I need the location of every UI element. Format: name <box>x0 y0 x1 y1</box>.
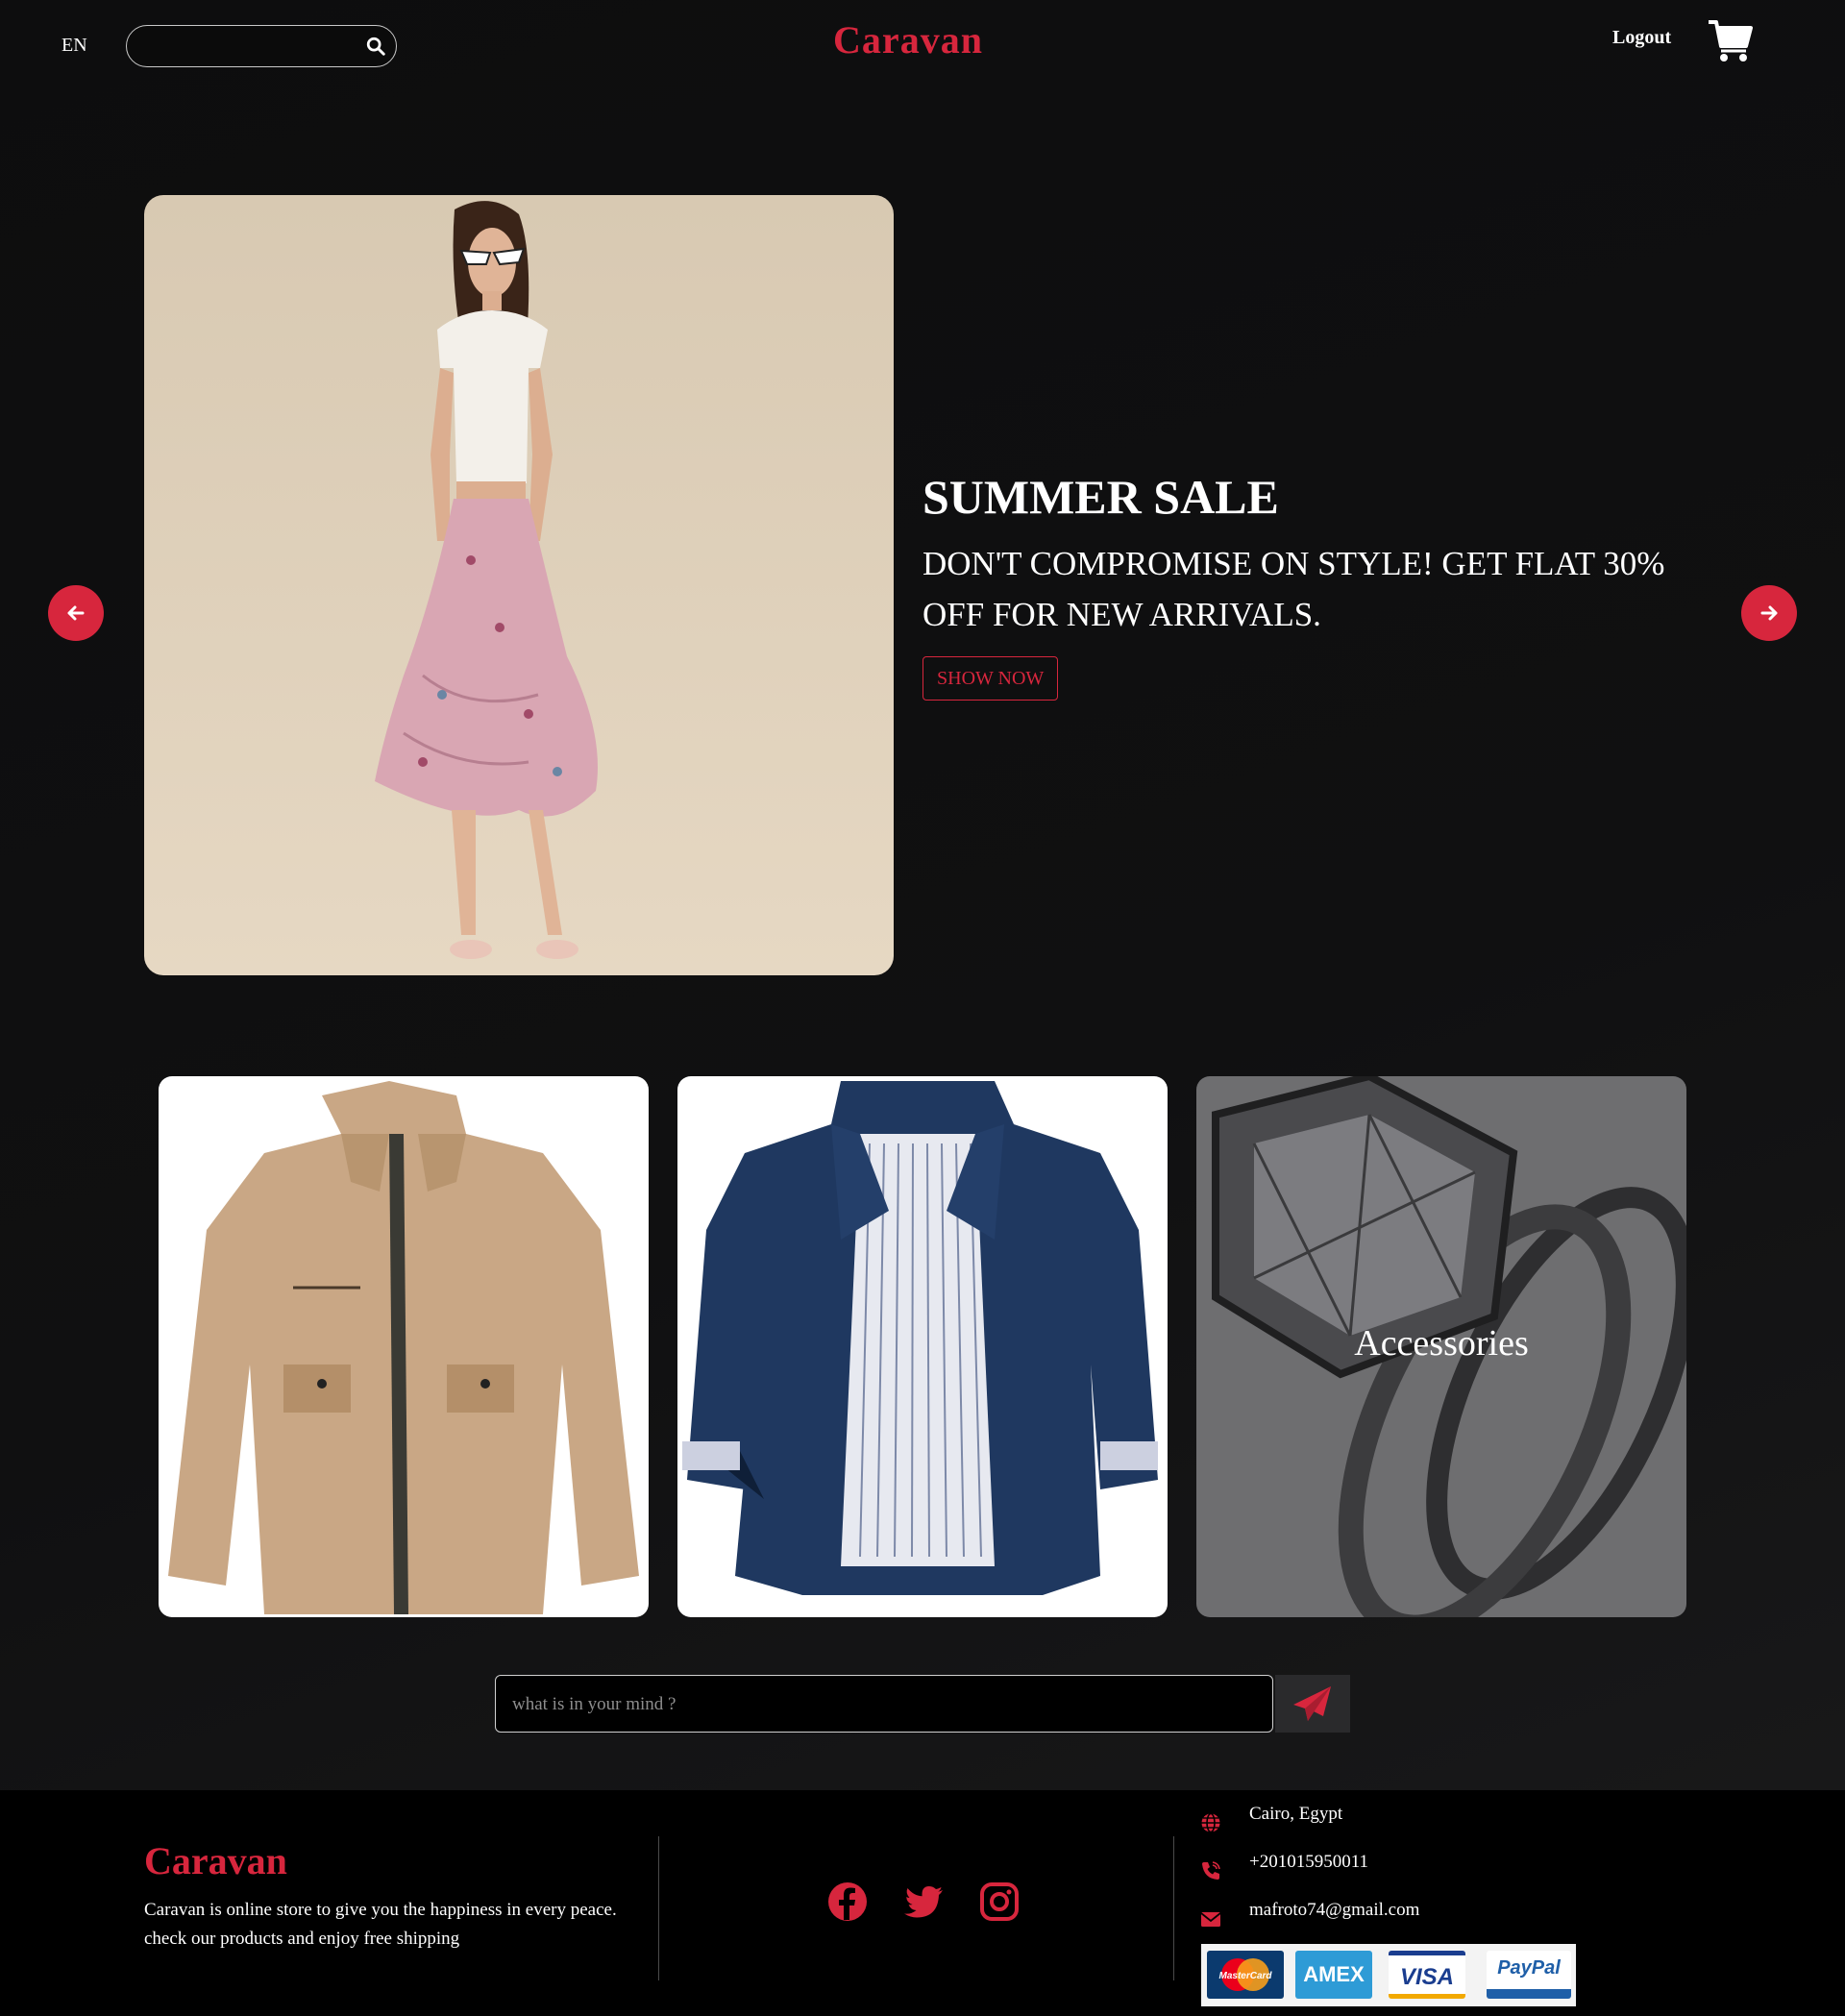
paypal-logo: PayPal <box>1487 1951 1571 1999</box>
hero-image <box>144 195 894 975</box>
send-button[interactable] <box>1275 1675 1350 1733</box>
category-label: Accessories <box>1354 1323 1529 1364</box>
envelope-icon <box>1200 1912 1221 1927</box>
footer-divider <box>1173 1836 1174 1980</box>
message-box[interactable] <box>495 1675 1273 1733</box>
arrow-right-icon <box>1760 605 1778 621</box>
logout-link[interactable]: Logout <box>1612 27 1671 49</box>
footer-description: Caravan is online store to give you the … <box>144 1900 617 1949</box>
visa-logo: VISA <box>1389 1951 1465 1999</box>
carousel-prev-button[interactable] <box>48 585 104 641</box>
category-card[interactable] <box>159 1076 649 1617</box>
brand-logo[interactable]: Caravan <box>0 17 1816 62</box>
paper-plane-icon <box>1293 1686 1331 1721</box>
instagram-icon[interactable] <box>979 1881 1020 1922</box>
navy-jacket-image <box>677 1076 1168 1617</box>
carousel-next-button[interactable] <box>1741 585 1797 641</box>
arrow-left-icon <box>67 605 85 621</box>
hero-subtitle: DON'T COMPROMISE ON STYLE! GET FLAT 30% … <box>922 545 1665 633</box>
top-navbar: EN Caravan Logout <box>0 0 1845 96</box>
phone-icon <box>1202 1861 1220 1880</box>
model-photo <box>144 195 894 975</box>
beige-jacket-image <box>159 1076 649 1617</box>
footer: Caravan Caravan is online store to give … <box>0 1790 1845 2016</box>
payment-methods: MasterCard AMEX VISA PayPal <box>1201 1944 1576 2006</box>
contact-email: mafroto74@gmail.com <box>1249 1900 1420 1920</box>
show-now-button[interactable]: SHOW NOW <box>922 656 1059 701</box>
hero-title: SUMMER SALE <box>922 470 1279 524</box>
shopping-cart-icon[interactable] <box>1707 17 1755 63</box>
amex-logo: AMEX <box>1295 1951 1372 1999</box>
contact-address: Cairo, Egypt <box>1249 1804 1343 1824</box>
category-card[interactable]: Accessories <box>1196 1076 1686 1617</box>
footer-divider <box>658 1836 659 1980</box>
contact-phone: +201015950011 <box>1249 1852 1369 1872</box>
mastercard-text: MasterCard <box>1218 1971 1272 1981</box>
mastercard-logo: MasterCard <box>1207 1951 1284 1999</box>
twitter-icon[interactable] <box>904 1881 945 1922</box>
globe-icon <box>1201 1812 1220 1833</box>
facebook-icon[interactable] <box>827 1881 868 1922</box>
category-card[interactable] <box>677 1076 1168 1617</box>
footer-brand: Caravan <box>144 1839 287 1882</box>
message-input[interactable] <box>510 1689 1254 1720</box>
